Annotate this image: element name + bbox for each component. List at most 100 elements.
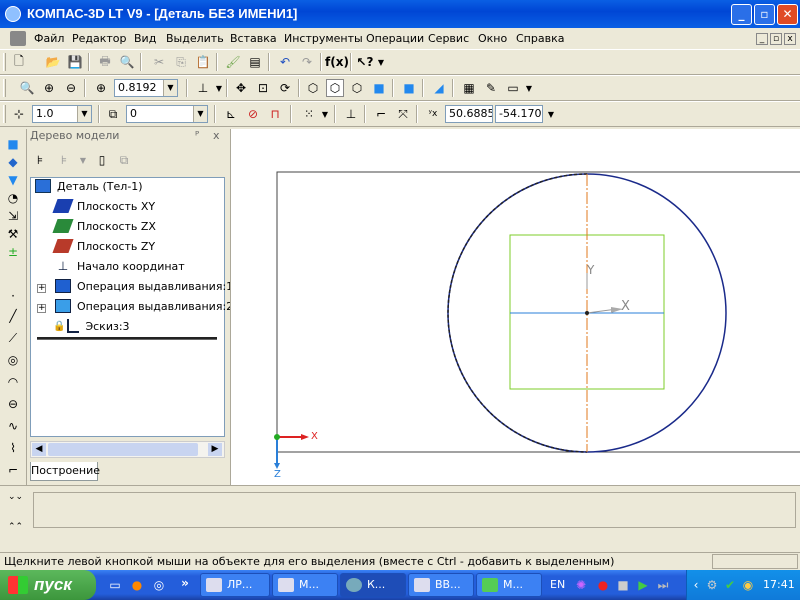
chamfer-icon[interactable]: ⌐	[4, 461, 22, 479]
maximize-button[interactable]: ▫	[754, 4, 775, 25]
volume-icon[interactable]: ◉	[739, 576, 757, 594]
show-desktop-icon[interactable]: ▭	[106, 576, 124, 594]
menu-select[interactable]: Выделить	[166, 32, 224, 45]
cursor-coords-icon[interactable]: ⤧	[394, 105, 412, 123]
ortho-icon[interactable]: ⊥	[342, 105, 360, 123]
wireframe-icon[interactable]: ⬡	[304, 79, 322, 97]
hidden-lines-icon[interactable]: ⬡	[326, 79, 344, 97]
tree-item-extrude-1[interactable]: Операция выдавливания:1	[55, 279, 233, 293]
tree-props-icon[interactable]: ⧉	[115, 151, 133, 169]
redo-icon[interactable]: ↷	[298, 53, 316, 71]
filter-icon[interactable]: ▼	[4, 171, 22, 189]
tree-doc-icon[interactable]: ▯	[93, 151, 111, 169]
play-icon[interactable]: ▶	[634, 576, 652, 594]
menu-operations[interactable]: Операции	[366, 32, 424, 45]
pan-icon[interactable]: ✥	[232, 79, 250, 97]
menu-window[interactable]: Окно	[478, 32, 507, 45]
spline-icon[interactable]: ∿	[4, 417, 22, 435]
media-player-icon[interactable]: ✺	[572, 576, 590, 594]
brush-icon[interactable]: ✎	[482, 79, 500, 97]
menu-edit[interactable]: Редактор	[72, 32, 127, 45]
dimension-icon[interactable]: ⇲	[4, 207, 22, 225]
menu-file[interactable]: Файл	[34, 32, 64, 45]
chevron-down-icon[interactable]: ▼	[320, 105, 330, 123]
stop-icon[interactable]: ■	[614, 576, 632, 594]
properties-brush-icon[interactable]: 🖌	[224, 53, 242, 71]
mdi-close-button[interactable]: x	[784, 33, 796, 45]
more-quicklaunch-icon[interactable]: »	[176, 574, 194, 592]
close-button[interactable]: ✕	[777, 4, 798, 25]
shaded-icon[interactable]: ■	[400, 79, 418, 97]
perspective-icon[interactable]: ◢	[430, 79, 448, 97]
tree-item-plane-zy[interactable]: Плоскость ZY	[52, 239, 155, 253]
expand-panel-icon[interactable]: ⌄⌄	[8, 492, 23, 502]
hammer-icon[interactable]: ⚒	[4, 225, 22, 243]
taskbar-button-4[interactable]: ВВ...	[408, 573, 474, 597]
magnet-icon[interactable]: ⊓	[266, 105, 284, 123]
tree-item-plane-zx[interactable]: Плоскость ZX	[52, 219, 156, 233]
tree-horizontal-scrollbar[interactable]: ◀ ▶	[30, 441, 225, 458]
grid-dots-icon[interactable]: ⁙	[300, 105, 318, 123]
cut-icon[interactable]: ✂	[150, 53, 168, 71]
tree-item-sketch[interactable]: 🔒 Эскиз:3	[53, 319, 130, 333]
scroll-thumb[interactable]	[48, 443, 198, 456]
rotate-icon[interactable]: ⟳	[276, 79, 294, 97]
model-canvas[interactable]: X Z Y X	[230, 129, 800, 485]
mdi-restore-button[interactable]: ▫	[770, 33, 782, 45]
line-icon[interactable]: ╱	[4, 307, 22, 325]
edit-part-icon[interactable]: ◆	[4, 153, 22, 171]
grid-icon[interactable]: ▦	[460, 79, 478, 97]
step-icon[interactable]: ⊹	[10, 105, 28, 123]
rollback-line[interactable]	[37, 337, 217, 340]
network-icon[interactable]: ⚙	[703, 576, 721, 594]
taskbar-button-5[interactable]: М...	[476, 573, 542, 597]
pin-icon[interactable]: ᴾ	[195, 129, 199, 142]
parametric-icon[interactable]: ±	[4, 243, 22, 261]
polyline-icon[interactable]: ⌇	[4, 439, 22, 457]
measure-icon[interactable]: ◔	[4, 189, 22, 207]
open-file-icon[interactable]: 📂	[44, 53, 62, 71]
segment-icon[interactable]: ⟋	[4, 329, 22, 347]
app-quicklaunch-icon[interactable]: ◎	[150, 576, 168, 594]
minimize-button[interactable]: _	[731, 4, 752, 25]
zoom-out-icon[interactable]: ⊖	[62, 79, 80, 97]
next-icon[interactable]: ⏭	[654, 576, 672, 594]
fit-all-icon[interactable]: ⊡	[254, 79, 272, 97]
scroll-left-icon[interactable]: ◀	[32, 443, 46, 456]
chevron-down-icon[interactable]: ▼	[79, 151, 87, 169]
tree-item-part[interactable]: Деталь (Тел-1)	[35, 179, 143, 193]
tree-view-icon[interactable]: ⊧	[55, 151, 73, 169]
save-icon[interactable]: 💾	[66, 53, 84, 71]
tree-structure-icon[interactable]: ⊧	[31, 151, 49, 169]
chevron-down-icon[interactable]: ▼	[546, 105, 556, 123]
menu-tools[interactable]: Инструменты	[284, 32, 363, 45]
chevron-down-icon[interactable]: ▼	[214, 79, 224, 97]
tree-item-extrude-2[interactable]: Операция выдавливания:2	[55, 299, 233, 313]
thin-hidden-icon[interactable]: ⬡	[348, 79, 366, 97]
tab-construction[interactable]: Построение	[30, 462, 100, 481]
local-cs-icon[interactable]: ⊾	[222, 105, 240, 123]
scroll-right-icon[interactable]: ▶	[208, 443, 222, 456]
new-file-icon[interactable]: 🗋	[10, 53, 28, 71]
tree-item-origin[interactable]: ⊥ Начало координат	[55, 259, 185, 273]
zoom-scale-icon[interactable]: ⊕	[92, 79, 110, 97]
mdi-minimize-button[interactable]: _	[756, 33, 768, 45]
text-doc-icon[interactable]: ▤	[246, 53, 264, 71]
start-button[interactable]: пуск	[0, 570, 96, 600]
taskbar-button-3[interactable]: К...	[340, 573, 406, 597]
panel-close-icon[interactable]: x	[213, 129, 220, 142]
display-icon[interactable]: ▭	[504, 79, 522, 97]
orientation-icon[interactable]: ⊥	[194, 79, 212, 97]
menu-help[interactable]: Справка	[516, 32, 564, 45]
taskbar-button-1[interactable]: ЛР...	[200, 573, 270, 597]
layer-dropdown-icon[interactable]: ▼	[193, 106, 207, 122]
language-indicator[interactable]: EN	[550, 578, 565, 591]
circle-icon[interactable]: ◎	[4, 351, 22, 369]
menu-insert[interactable]: Вставка	[230, 32, 277, 45]
point-icon[interactable]: ·	[4, 287, 22, 305]
zoom-window-icon[interactable]: 🔍	[18, 79, 36, 97]
copy-icon[interactable]: ⎘	[172, 53, 190, 71]
zoom-in-icon[interactable]: ⊕	[40, 79, 58, 97]
collapse-panel-icon[interactable]: ⌃⌃	[8, 522, 23, 532]
print-icon[interactable]: 🖶	[96, 53, 114, 71]
